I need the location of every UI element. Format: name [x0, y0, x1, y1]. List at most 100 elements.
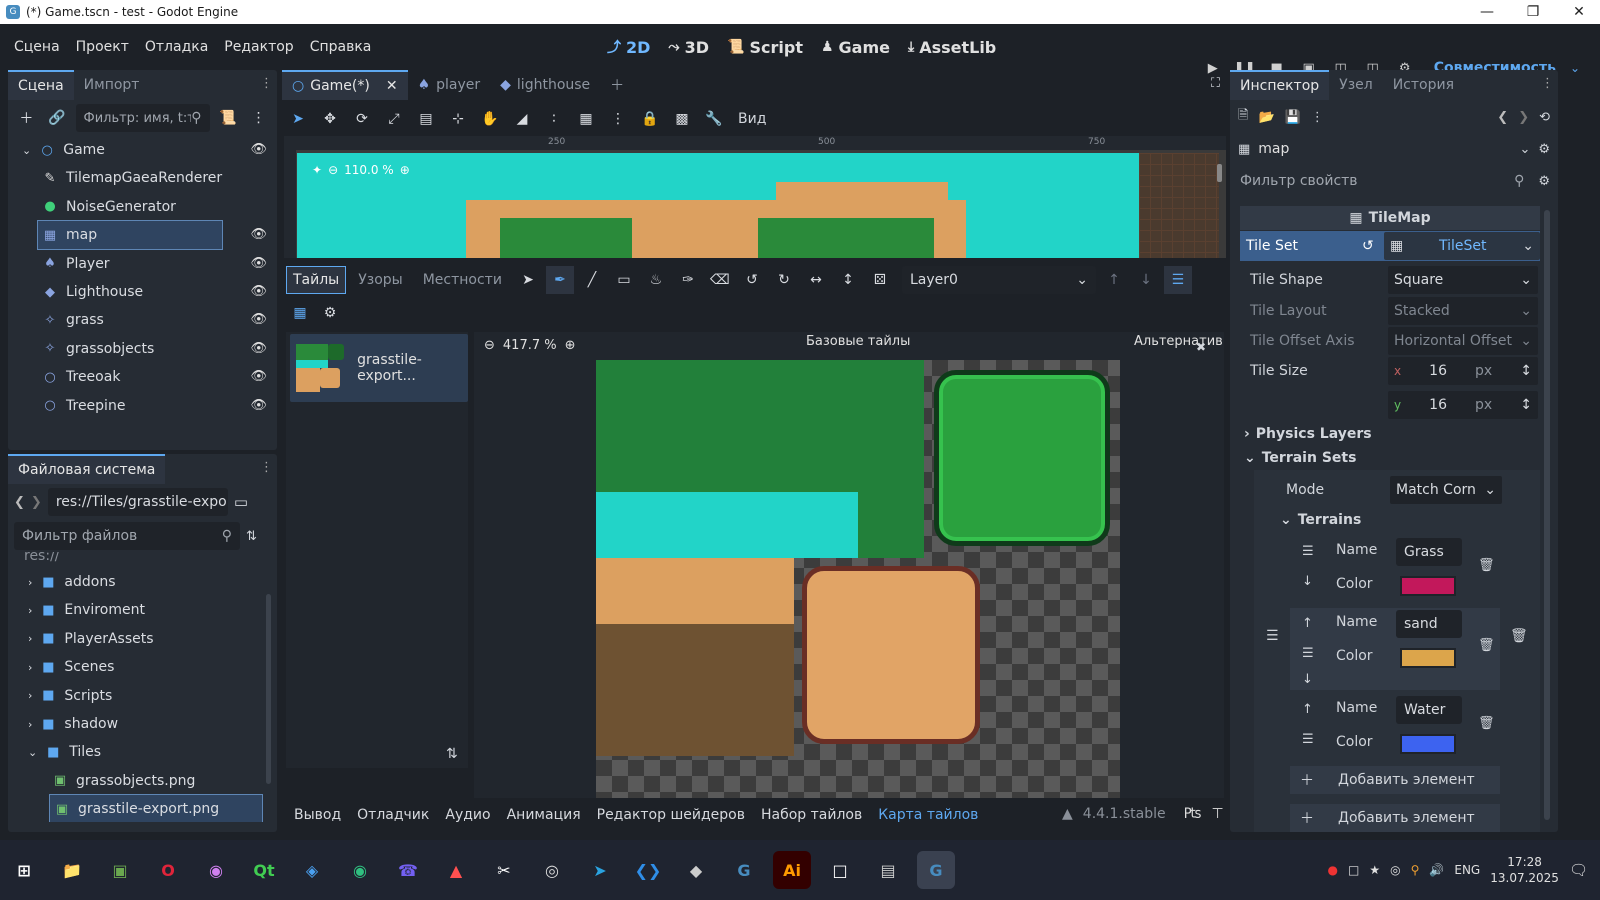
app-icon[interactable]: ◈ — [293, 851, 331, 889]
app-icon[interactable]: □ — [821, 851, 859, 889]
zoom-level[interactable]: 110.0 % — [344, 163, 394, 177]
file-filter-input[interactable]: Фильтр файлов ⚲ — [14, 522, 240, 550]
obs-icon[interactable]: ◎ — [533, 851, 571, 889]
zoom-reset-icon[interactable]: ✦ — [312, 163, 322, 177]
attach-script-icon[interactable]: 📜 — [216, 104, 241, 132]
menu-scene[interactable]: Сцена — [6, 39, 68, 55]
clock[interactable]: 17:28 13.07.2025 — [1490, 854, 1559, 886]
menu-debug[interactable]: Отладка — [137, 39, 216, 55]
visibility-icon[interactable]: 👁 — [250, 369, 267, 384]
close-icon[interactable]: ✕ — [386, 78, 398, 94]
lock-icon[interactable]: 🔒 — [636, 105, 664, 133]
menu-editor[interactable]: Редактор — [216, 39, 301, 55]
scrollbar[interactable] — [266, 594, 271, 784]
selectable-nodes-icon[interactable]: ▤ — [412, 105, 440, 133]
more-options-icon[interactable]: ⋮ — [1311, 110, 1324, 125]
chevron-right-icon[interactable]: › — [28, 604, 32, 617]
path-field[interactable]: res://Tiles/grasstile-export. — [47, 488, 228, 516]
zoom-out-icon[interactable]: ⊖ — [484, 338, 495, 353]
tile-sand[interactable] — [596, 558, 794, 624]
tray-icon[interactable]: ★ — [1369, 863, 1380, 877]
zoom-in-icon[interactable]: ⊕ — [565, 338, 576, 353]
fullscreen-icon[interactable]: ⛶ — [1211, 76, 1220, 91]
tab-tiles[interactable]: Тайлы — [286, 266, 347, 294]
forward-icon[interactable]: ❯ — [1518, 110, 1529, 125]
mode-select[interactable]: Match Corn ⌄ — [1390, 476, 1502, 504]
random-icon[interactable]: ⚄ — [866, 266, 894, 294]
bottom-tab-1[interactable]: Отладчик — [349, 807, 437, 823]
select-tool-icon[interactable]: ➤ — [284, 105, 312, 133]
minecraft-icon[interactable]: ▣ — [101, 851, 139, 889]
bottom-tab-3[interactable]: Анимация — [499, 807, 589, 823]
rotate-tool-icon[interactable]: ⟳ — [348, 105, 376, 133]
open-resource-icon[interactable]: 📂 — [1258, 110, 1274, 125]
visibility-icon[interactable]: 👁 — [250, 227, 267, 242]
move-up-icon[interactable]: ↑ — [1302, 616, 1313, 631]
pan-tool-icon[interactable]: ✋ — [476, 105, 504, 133]
dock-menu-icon[interactable]: ⋮ — [1541, 76, 1554, 91]
link-icon[interactable]: 🔗 — [45, 104, 70, 132]
scene-node-player[interactable]: ♠ Player — [8, 250, 268, 278]
line-icon[interactable]: ╱ — [578, 266, 606, 294]
scene-node-treepine[interactable]: ○ Treepine — [8, 392, 268, 420]
move-down-icon[interactable]: ↓ — [1302, 672, 1313, 687]
terrain-name-field[interactable]: Water — [1396, 696, 1462, 724]
viber-icon[interactable]: ☎ — [389, 851, 427, 889]
qt-icon[interactable]: Qt — [245, 851, 283, 889]
file-grasstile-export-png[interactable]: ▣ grasstile-export.png — [49, 794, 263, 822]
add-terrain-button[interactable]: ＋ Добавить элемент — [1290, 766, 1500, 794]
chevron-right-icon[interactable]: › — [28, 661, 32, 674]
chevron-down-icon[interactable]: ⌄ — [28, 746, 37, 759]
close-icon[interactable]: ✖ — [1196, 340, 1206, 354]
drag-handle-icon[interactable]: ☰ — [1266, 628, 1279, 644]
more-options-icon[interactable]: ⋮ — [246, 104, 271, 132]
tray-icon[interactable]: □ — [1348, 863, 1359, 877]
split-view-icon[interactable]: ▭ — [234, 493, 248, 511]
rect-icon[interactable]: ▭ — [610, 266, 638, 294]
tab-player-scene[interactable]: ♠ player — [408, 70, 491, 100]
terrain-color-swatch[interactable] — [1400, 734, 1456, 754]
node-tree-icon[interactable]: ⚙ — [1538, 142, 1550, 157]
tile-set-resource[interactable]: ▦ TileSet ⌄ — [1384, 232, 1540, 260]
vscode-icon[interactable]: ❮❯ — [629, 851, 667, 889]
tab-game-scene[interactable]: ○ Game(*) ✕ — [282, 70, 408, 100]
picker-icon[interactable]: ✑ — [674, 266, 702, 294]
bottom-tab-0[interactable]: Вывод — [286, 807, 349, 823]
dock-menu-icon[interactable]: ⋮ — [260, 76, 273, 91]
flip-v-icon[interactable]: ↕ — [834, 266, 862, 294]
maximize-button[interactable]: ❐ — [1510, 0, 1556, 24]
tile-dirt[interactable] — [596, 624, 794, 756]
new-resource-icon[interactable]: 🗎 — [1238, 106, 1248, 128]
scene-node-map[interactable]: ▦ map — [37, 220, 223, 251]
browser-icon[interactable]: ◉ — [197, 851, 235, 889]
language-indicator[interactable]: ENG — [1454, 863, 1480, 877]
drag-handle-icon[interactable]: ☰ — [1302, 544, 1314, 559]
filter-options-icon[interactable]: ⚙ — [1538, 174, 1550, 189]
save-resource-icon[interactable]: 💾 — [1285, 110, 1301, 125]
scene-node-grass[interactable]: ✧ grass — [8, 306, 268, 334]
scene-filter-input[interactable]: Фильтр: имя, t:т ⚲ — [75, 104, 210, 132]
tile-grass[interactable] — [596, 360, 924, 492]
smart-snap-icon[interactable]: ∶ — [540, 105, 568, 133]
notifications-icon[interactable]: 🗨 — [1569, 861, 1588, 879]
github-desktop-icon[interactable]: ◉ — [341, 851, 379, 889]
group-icon[interactable]: ▩ — [668, 105, 696, 133]
workspace-script-button[interactable]: 📜 Script — [718, 38, 812, 57]
forward-icon[interactable]: ❯ — [31, 495, 42, 510]
chevron-right-icon[interactable]: › — [28, 632, 32, 645]
pivot-tool-icon[interactable]: ⊹ — [444, 105, 472, 133]
tab-terrains[interactable]: Местности — [415, 272, 510, 288]
grid-snap-icon[interactable]: ▦ — [572, 105, 600, 133]
tile-grass-island[interactable] — [934, 370, 1110, 546]
tray-icon[interactable]: ● — [1328, 863, 1338, 877]
scrollbar[interactable] — [1217, 164, 1222, 182]
app-icon[interactable]: ▲ — [437, 851, 475, 889]
revert-icon[interactable]: ↺ — [1362, 238, 1384, 254]
prop-value[interactable]: Square ⌄ — [1388, 266, 1538, 294]
view-menu[interactable]: Вид — [738, 111, 766, 127]
bottom-tab-4[interactable]: Редактор шейдеров — [589, 807, 753, 823]
godot-active-icon[interactable]: G — [917, 851, 955, 889]
pin-panel-icon[interactable]: ₧ — [1184, 806, 1202, 822]
ruler-tool-icon[interactable]: ◢ — [508, 105, 536, 133]
bottom-tab-6[interactable]: Карта тайлов — [870, 807, 986, 823]
